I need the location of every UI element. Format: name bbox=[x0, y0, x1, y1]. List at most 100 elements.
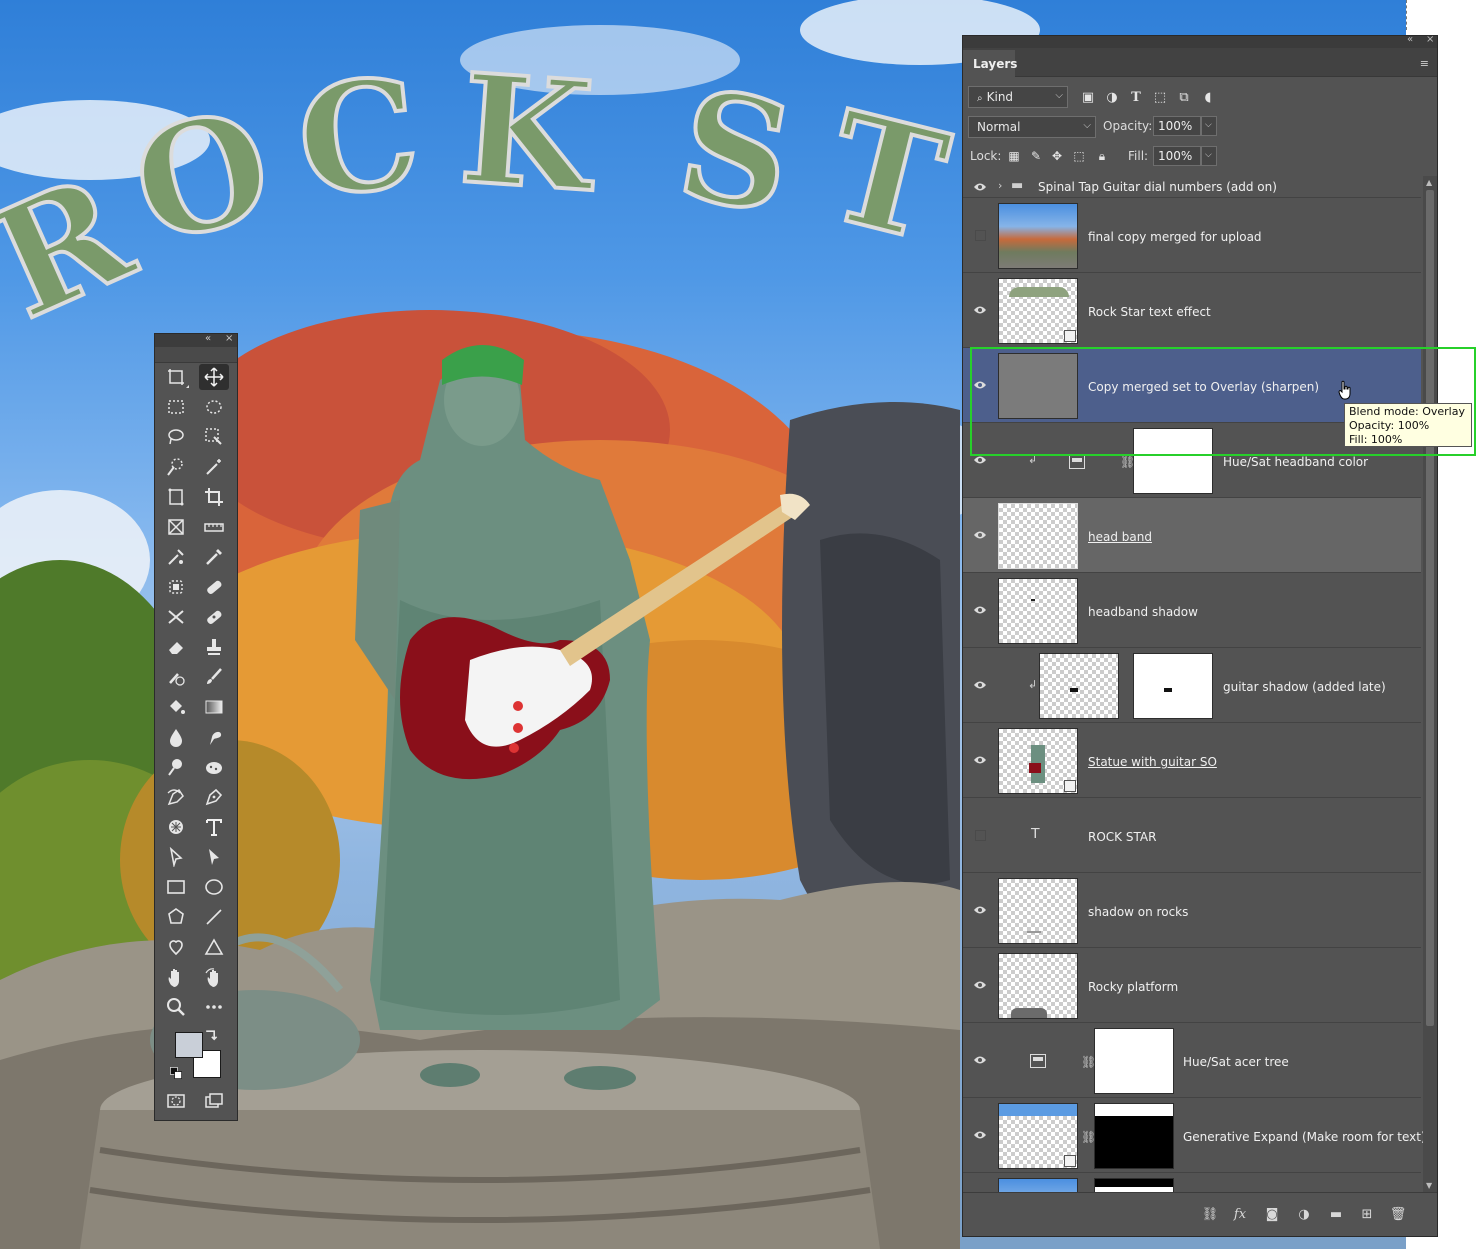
scroll-up-arrow-icon[interactable]: ▲ bbox=[1426, 178, 1432, 187]
perspective-crop-tool[interactable] bbox=[161, 484, 191, 510]
tools-panel-grip[interactable] bbox=[155, 347, 237, 363]
blend-mode-select[interactable]: Normal ⌵ bbox=[968, 116, 1096, 138]
visibility-eye-icon[interactable] bbox=[973, 680, 987, 690]
visibility-eye-icon[interactable] bbox=[973, 305, 987, 315]
remove-tool[interactable] bbox=[161, 574, 191, 600]
layer-row[interactable]: ↲ guitar shadow (added late) bbox=[963, 648, 1421, 723]
gradient-tool[interactable] bbox=[199, 694, 229, 720]
filter-toggle-icon[interactable]: ◖ bbox=[1200, 89, 1216, 105]
layer-row[interactable]: shadow on rocks bbox=[963, 873, 1421, 948]
direct-selection-tool[interactable] bbox=[161, 844, 191, 870]
layer-name[interactable]: shadow on rocks bbox=[1088, 905, 1188, 919]
opacity-input[interactable]: 100% ⌵ bbox=[1153, 116, 1217, 136]
quick-selection-tool[interactable] bbox=[161, 454, 191, 480]
ruler-tool[interactable] bbox=[199, 514, 229, 540]
layer-name[interactable]: Copy merged set to Overlay (sharpen) bbox=[1088, 380, 1319, 394]
swap-colors-button[interactable] bbox=[203, 1028, 219, 1044]
layer-row[interactable]: ⛓ Hue/Sat acer tree bbox=[963, 1023, 1421, 1098]
quick-mask-button[interactable] bbox=[161, 1088, 191, 1114]
lock-artboard-icon[interactable]: ⬚ bbox=[1071, 148, 1087, 164]
spot-healing-tool[interactable] bbox=[199, 574, 229, 600]
layer-name[interactable]: ROCK STAR bbox=[1088, 830, 1156, 844]
visibility-eye-icon[interactable] bbox=[973, 380, 987, 390]
tools-panel[interactable]: « × bbox=[154, 333, 238, 1121]
layer-row[interactable] bbox=[963, 1173, 1421, 1192]
layer-name[interactable]: Spinal Tap Guitar dial numbers (add on) bbox=[1038, 180, 1277, 194]
visibility-eye-icon[interactable] bbox=[973, 980, 987, 990]
add-mask-icon[interactable]: ◙ bbox=[1263, 1205, 1281, 1223]
visibility-eye-icon[interactable] bbox=[973, 455, 987, 465]
new-group-folder-icon[interactable]: ▬ bbox=[1327, 1205, 1345, 1223]
layer-mask-thumbnail[interactable] bbox=[1094, 1178, 1174, 1192]
patch-tool[interactable] bbox=[199, 604, 229, 630]
layer-name[interactable]: headband shadow bbox=[1088, 605, 1198, 619]
filter-kind-select[interactable]: ⌕ Kind ⌵ bbox=[968, 86, 1068, 108]
layer-name[interactable]: Rocky platform bbox=[1088, 980, 1178, 994]
layer-name[interactable]: Rock Star text effect bbox=[1088, 305, 1211, 319]
paint-bucket-tool[interactable] bbox=[161, 694, 191, 720]
screen-mode-button[interactable] bbox=[199, 1088, 229, 1114]
lock-transparent-pixels-icon[interactable]: ▦ bbox=[1006, 148, 1022, 164]
smudge-tool[interactable] bbox=[199, 724, 229, 750]
layers-panel-header[interactable]: « × bbox=[963, 34, 1437, 48]
lock-image-pixels-icon[interactable]: ✎ bbox=[1028, 148, 1044, 164]
scrollbar-thumb[interactable] bbox=[1426, 190, 1434, 1026]
crop-tool[interactable] bbox=[199, 484, 229, 510]
trash-icon[interactable]: 🗑︎ bbox=[1389, 1205, 1407, 1223]
filter-adjustment-icon[interactable]: ◑ bbox=[1104, 89, 1120, 105]
scroll-down-arrow-icon[interactable]: ▼ bbox=[1426, 1181, 1432, 1190]
visibility-eye-icon[interactable] bbox=[973, 605, 987, 615]
layers-collapse-button[interactable]: « bbox=[1407, 34, 1413, 45]
fill-input[interactable]: 100% ⌵ bbox=[1153, 146, 1217, 166]
path-selection-tool[interactable] bbox=[199, 844, 229, 870]
adjustment-layer-icon[interactable]: ◑ bbox=[1295, 1205, 1313, 1223]
lock-position-icon[interactable]: ✥ bbox=[1049, 148, 1065, 164]
filter-shape-icon[interactable]: ⬚ bbox=[1152, 89, 1168, 105]
layer-name[interactable]: guitar shadow (added late) bbox=[1223, 680, 1386, 694]
ellipse-tool[interactable] bbox=[199, 874, 229, 900]
rotate-view-tool[interactable] bbox=[199, 964, 229, 990]
visibility-eye-icon[interactable] bbox=[973, 182, 987, 192]
layer-list[interactable]: › ▬ Spinal Tap Guitar dial numbers (add … bbox=[963, 176, 1423, 1192]
magic-wand-tool[interactable] bbox=[199, 454, 229, 480]
layer-mask-thumbnail[interactable] bbox=[1094, 1028, 1174, 1094]
layer-row[interactable]: final copy merged for upload bbox=[963, 198, 1421, 273]
layer-name[interactable]: Hue/Sat headband color bbox=[1223, 455, 1368, 469]
layer-mask-thumbnail[interactable] bbox=[1133, 428, 1213, 494]
frame-tool[interactable] bbox=[161, 514, 191, 540]
hand-tool[interactable] bbox=[161, 964, 191, 990]
visibility-eye-icon[interactable] bbox=[973, 755, 987, 765]
panel-menu-icon[interactable]: ≡ bbox=[1420, 57, 1429, 70]
layer-name[interactable]: Hue/Sat acer tree bbox=[1183, 1055, 1289, 1069]
object-selection-tool[interactable] bbox=[199, 424, 229, 450]
clone-stamp-tool[interactable] bbox=[199, 634, 229, 660]
layer-row[interactable]: ꓔ ROCK STAR bbox=[963, 798, 1421, 873]
eyedropper-tool[interactable] bbox=[199, 544, 229, 570]
layer-mask-thumbnail[interactable] bbox=[1133, 653, 1213, 719]
rectangular-marquee-tool[interactable] bbox=[161, 394, 191, 420]
layers-panel[interactable]: « × Layers ≡ ⌕ Kind ⌵ ▣ ◑ T ⬚ ⧉ ◖ Normal … bbox=[962, 34, 1438, 1237]
fill-dropdown-chevron-icon[interactable]: ⌵ bbox=[1201, 146, 1217, 166]
link-layers-icon[interactable]: ⛓ bbox=[1201, 1205, 1219, 1223]
lock-all-icon[interactable]: 🔒︎ bbox=[1094, 148, 1110, 164]
layer-row[interactable]: Rocky platform bbox=[963, 948, 1421, 1023]
new-layer-icon[interactable]: ⊞ bbox=[1358, 1205, 1376, 1223]
lasso-tool[interactable] bbox=[161, 424, 191, 450]
layers-scrollbar[interactable]: ▲ ▼ bbox=[1423, 176, 1437, 1192]
layer-name[interactable]: Statue with guitar SO bbox=[1088, 755, 1217, 769]
type-tool[interactable] bbox=[199, 814, 229, 840]
tab-layers[interactable]: Layers bbox=[963, 50, 1017, 77]
artboard-tool[interactable] bbox=[161, 364, 191, 390]
tools-close-button[interactable]: × bbox=[225, 333, 233, 344]
tools-collapse-button[interactable]: « bbox=[205, 333, 211, 344]
brush-tool[interactable] bbox=[199, 664, 229, 690]
sponge-tool[interactable] bbox=[199, 754, 229, 780]
eyedropper-sample-tool[interactable] bbox=[161, 544, 191, 570]
filter-smart-object-icon[interactable]: ⧉ bbox=[1176, 89, 1192, 105]
visibility-eye-icon[interactable] bbox=[973, 1055, 987, 1065]
pen-tool[interactable] bbox=[199, 784, 229, 810]
fx-icon[interactable]: fx bbox=[1231, 1205, 1249, 1223]
group-expand-chevron-icon[interactable]: › bbox=[998, 179, 1002, 192]
layers-close-button[interactable]: × bbox=[1426, 34, 1434, 45]
opacity-dropdown-chevron-icon[interactable]: ⌵ bbox=[1201, 116, 1217, 136]
